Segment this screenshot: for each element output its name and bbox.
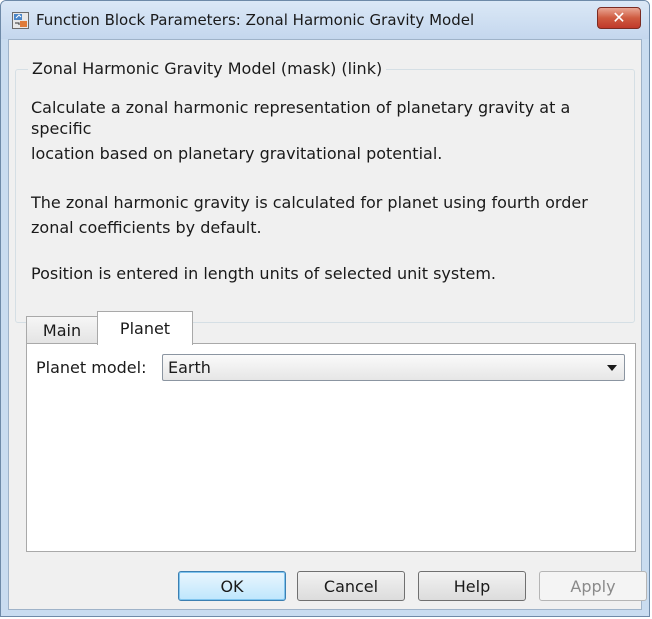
description-line: specific: [31, 119, 92, 138]
help-button-label: Help: [453, 576, 491, 596]
window-title: Function Block Parameters: Zonal Harmoni…: [36, 11, 475, 29]
cancel-button[interactable]: Cancel: [297, 571, 405, 601]
planet-model-label: Planet model:: [36, 358, 147, 377]
tab-planet[interactable]: Planet: [97, 311, 193, 345]
description-line: zonal coefficients by default.: [31, 218, 262, 237]
planet-tab-panel: Planet model: Earth: [26, 343, 636, 552]
title-bar[interactable]: Function Block Parameters: Zonal Harmoni…: [1, 1, 649, 39]
planet-model-value: Earth: [168, 358, 211, 377]
apply-button[interactable]: Apply: [539, 571, 647, 601]
dialog-client-area: Zonal Harmonic Gravity Model (mask) (lin…: [8, 39, 647, 610]
dialog-window: Function Block Parameters: Zonal Harmoni…: [0, 0, 650, 617]
planet-model-dropdown[interactable]: Earth: [162, 354, 625, 381]
tab-main[interactable]: Main: [26, 316, 98, 344]
simulink-block-icon: [12, 12, 29, 29]
description-line: The zonal harmonic gravity is calculated…: [31, 193, 588, 212]
cancel-button-label: Cancel: [323, 576, 379, 596]
tab-label: Planet: [119, 319, 171, 338]
description-line: Calculate a zonal harmonic representatio…: [31, 98, 571, 117]
ok-button-label: OK: [220, 576, 244, 596]
close-icon: ✕: [612, 8, 626, 27]
group-title: Zonal Harmonic Gravity Model (mask) (lin…: [28, 59, 387, 78]
close-button[interactable]: ✕: [597, 7, 641, 29]
ok-button[interactable]: OK: [178, 571, 286, 601]
apply-button-label: Apply: [570, 576, 616, 596]
description-line: location based on planetary gravitationa…: [31, 144, 443, 163]
tab-label: Main: [42, 321, 82, 340]
description-line: Position is entered in length units of s…: [31, 264, 496, 283]
help-button[interactable]: Help: [418, 571, 526, 601]
chevron-down-icon: [607, 365, 617, 371]
